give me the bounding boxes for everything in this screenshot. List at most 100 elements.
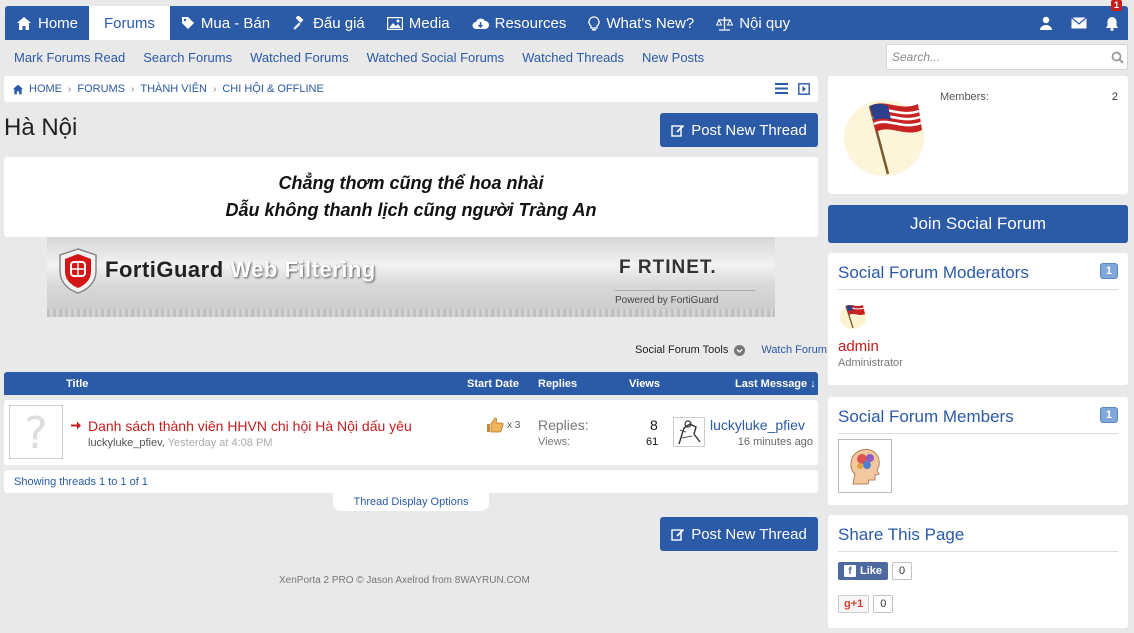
- post-new-thread-button-top[interactable]: Post New Thread: [660, 113, 818, 147]
- watch-forum-link[interactable]: Watch Forum: [761, 344, 827, 356]
- thread-row: ? Danh sách thành viên HHVN chi hội Hà N…: [4, 400, 818, 465]
- social-forum-tools-link[interactable]: Social Forum Tools: [635, 344, 728, 356]
- nav-dau-gia[interactable]: Đấu giá: [281, 6, 376, 40]
- divider: [838, 551, 1118, 552]
- breadcrumb-thanh-vien[interactable]: THÀNH VIÊN: [140, 83, 207, 95]
- facebook-like-button[interactable]: f Like: [838, 562, 889, 580]
- nav-whats-new-label: What's New?: [606, 14, 695, 32]
- post-new-thread-label: Post New Thread: [691, 525, 807, 543]
- nav-whats-new[interactable]: What's New?: [577, 6, 705, 40]
- nav-media[interactable]: Media: [376, 6, 461, 40]
- breadcrumb-chi-hoi-offline[interactable]: CHI HỘI & OFFLINE: [222, 83, 323, 95]
- member-avatar[interactable]: [838, 439, 892, 493]
- subnav-mark-forums-read[interactable]: Mark Forums Read: [5, 50, 134, 65]
- breadcrumb: HOME › FORUMS › THÀNH VIÊN › CHI HỘI & O…: [4, 76, 818, 102]
- top-navigation: Home Forums Mua - Bán Đấu giá Media Reso…: [5, 0, 1128, 40]
- moderator-avatar-flag-icon[interactable]: [838, 300, 868, 330]
- us-flag-icon: [844, 100, 924, 176]
- subnav-search-forums[interactable]: Search Forums: [134, 50, 241, 65]
- breadcrumb-home[interactable]: HOME: [29, 83, 62, 95]
- fortiguard-banner: FortiGuard Web Filtering F RTINET. Power…: [47, 237, 775, 317]
- subnav-watched-social-forums[interactable]: Watched Social Forums: [358, 50, 514, 65]
- alerts-button[interactable]: 1: [1095, 0, 1128, 40]
- divider: [838, 433, 1118, 434]
- svg-text:?: ?: [24, 410, 47, 454]
- header-title[interactable]: Title: [66, 378, 88, 390]
- search-input[interactable]: [887, 50, 1107, 64]
- thread-display-options-button[interactable]: Thread Display Options: [333, 493, 489, 511]
- replies-value: 8: [650, 417, 658, 433]
- subnav-watched-forums[interactable]: Watched Forums: [241, 50, 358, 65]
- page-title: Hà Nội: [4, 114, 78, 141]
- envelope-icon: [1070, 17, 1087, 29]
- thread-author-link[interactable]: luckyluke_pfiev: [88, 437, 162, 449]
- fortiguard-title: FortiGuard Web Filtering: [105, 257, 376, 283]
- share-title: Share This Page: [838, 525, 965, 544]
- forum-info-block: Members: 2: [828, 76, 1128, 194]
- sketch-avatar-icon: [678, 420, 701, 445]
- last-poster-avatar[interactable]: [673, 417, 705, 447]
- facebook-icon: f: [844, 565, 856, 577]
- post-new-thread-label: Post New Thread: [691, 121, 807, 139]
- nav-forums[interactable]: Forums: [89, 6, 170, 40]
- post-new-thread-button-bottom[interactable]: Post New Thread: [660, 517, 818, 551]
- subnav-new-posts[interactable]: New Posts: [633, 50, 713, 65]
- bell-icon: [1105, 16, 1118, 31]
- moderators-title: Social Forum Moderators: [838, 263, 1029, 282]
- members-count-badge: 1: [1099, 407, 1118, 423]
- moderator-name-link[interactable]: admin: [838, 338, 879, 355]
- facebook-like: f Like 0: [838, 562, 913, 580]
- breadcrumb-separator: ›: [131, 83, 135, 95]
- cloud-download-icon: [472, 18, 489, 29]
- fortiguard-shield-icon: [59, 248, 97, 294]
- join-social-forum-button[interactable]: Join Social Forum: [828, 205, 1128, 243]
- inbox-button[interactable]: [1062, 6, 1095, 40]
- nav-mua-ban[interactable]: Mua - Bán: [170, 6, 281, 40]
- nav-media-label: Media: [408, 14, 450, 32]
- google-plus-count: 0: [873, 595, 894, 613]
- nav-home[interactable]: Home: [5, 6, 89, 40]
- subnav-watched-threads[interactable]: Watched Threads: [513, 50, 633, 65]
- views-value: 61: [646, 436, 659, 448]
- thumbs-up-icon: [487, 417, 504, 433]
- nav-noi-quy[interactable]: Nội quy: [705, 6, 801, 40]
- header-start-date[interactable]: Start Date: [467, 378, 519, 390]
- header-replies[interactable]: Replies: [538, 378, 577, 390]
- search-button[interactable]: [1107, 51, 1127, 64]
- list-menu-icon[interactable]: [775, 83, 788, 94]
- thread-author-avatar[interactable]: ?: [9, 405, 63, 459]
- lightbulb-icon: [588, 15, 600, 30]
- google-plus-button[interactable]: g+1: [838, 595, 870, 613]
- breadcrumb-forums[interactable]: FORUMS: [77, 83, 125, 95]
- views-label: Views:: [538, 436, 571, 448]
- default-avatar-icon: ?: [24, 410, 47, 454]
- breadcrumb-separator: ›: [68, 83, 72, 95]
- thread-likes: x 3: [486, 417, 520, 433]
- moderators-count-badge: 1: [1099, 263, 1118, 279]
- members-value: 2: [1111, 91, 1118, 103]
- sub-navigation: Mark Forums Read Search Forums Watched F…: [5, 40, 1128, 74]
- search-icon: [1111, 51, 1124, 64]
- tag-icon: [181, 17, 194, 29]
- fortiguard-word: FortiGuard: [105, 257, 224, 282]
- powered-by: Powered by FortiGuard: [615, 290, 755, 306]
- jump-icon[interactable]: [798, 83, 810, 95]
- header-views[interactable]: Views: [629, 378, 660, 390]
- thread-count-summary: Showing threads 1 to 1 of 1: [4, 470, 818, 493]
- scale-icon: [716, 16, 734, 31]
- replies-label: Replies:: [538, 417, 589, 433]
- last-message-time[interactable]: 16 minutes ago: [738, 436, 813, 448]
- search-box: [886, 44, 1128, 70]
- account-button[interactable]: [1029, 6, 1062, 40]
- home-icon: [17, 16, 31, 30]
- nav-noi-quy-label: Nội quy: [739, 14, 791, 32]
- nav-resources[interactable]: Resources: [461, 6, 578, 40]
- chevron-down-circle-icon[interactable]: [734, 344, 746, 356]
- new-post-arrow-icon[interactable]: [71, 421, 81, 430]
- banner-stripe: [47, 309, 775, 317]
- last-poster-link[interactable]: luckyluke_pfiev: [710, 417, 805, 433]
- breadcrumb-separator: ›: [212, 83, 217, 95]
- nav-mua-ban-label: Mua - Bán: [200, 14, 271, 32]
- thread-title-link[interactable]: Danh sách thành viên HHVN chi hội Hà Nội…: [88, 418, 412, 434]
- header-last-message[interactable]: Last Message ↓: [735, 378, 816, 390]
